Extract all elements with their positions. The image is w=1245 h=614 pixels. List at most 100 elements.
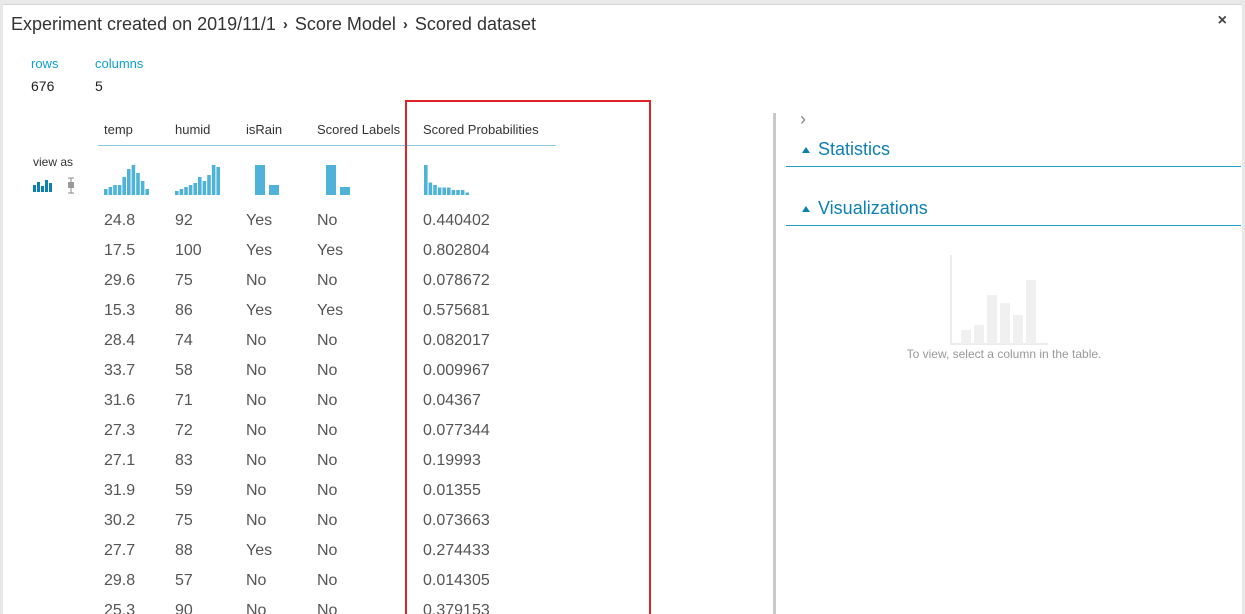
- cell-israin: Yes: [246, 212, 273, 229]
- histogram-bar: [131, 165, 136, 195]
- histogram-israin[interactable]: [255, 163, 285, 197]
- column-header-scored-labels[interactable]: Scored Labels: [317, 122, 400, 137]
- histogram-bar: [117, 185, 122, 195]
- histogram-bar: [113, 185, 117, 195]
- table-row[interactable]: 29.8 57 No No 0.014305: [98, 569, 556, 599]
- table-row[interactable]: 31.9 59 No No 0.01355: [98, 479, 556, 509]
- cell-scored-labels: No: [317, 482, 338, 499]
- cell-scored-probabilities: 0.009967: [423, 362, 490, 379]
- cell-scored-probabilities: 0.575681: [423, 302, 490, 319]
- column-header-israin[interactable]: isRain: [246, 122, 282, 137]
- histogram-bar: [122, 177, 126, 195]
- cell-scored-probabilities: 0.082017: [423, 332, 490, 349]
- histogram-scored-probabilities[interactable]: [424, 163, 470, 197]
- boxplot-view-icon[interactable]: [68, 177, 74, 194]
- table-row[interactable]: 33.7 58 No No 0.009967: [98, 359, 556, 389]
- histogram-bar: [179, 189, 184, 195]
- table-row[interactable]: 27.1 83 No No 0.19993: [98, 449, 556, 479]
- cell-scored-probabilities: 0.01355: [423, 482, 481, 499]
- cell-temp: 29.6: [104, 272, 136, 289]
- cell-humid: 59: [175, 482, 193, 499]
- cell-temp: 33.7: [104, 362, 136, 379]
- cell-scored-probabilities: 0.073663: [423, 512, 490, 529]
- table-row[interactable]: 31.6 71 No No 0.04367: [98, 389, 556, 419]
- histogram-scored-labels[interactable]: [326, 163, 356, 197]
- column-header-temp[interactable]: temp: [104, 122, 133, 137]
- histogram-bar: [207, 175, 211, 195]
- histogram-bar: [451, 190, 456, 195]
- visualizations-section-header[interactable]: Visualizations: [786, 195, 1241, 226]
- cell-israin: Yes: [246, 542, 273, 559]
- table-row[interactable]: 30.2 75 No No 0.073663: [98, 509, 556, 539]
- histogram-bar: [340, 187, 350, 195]
- cell-scored-probabilities: 0.19993: [423, 452, 481, 469]
- cell-israin: No: [246, 482, 267, 499]
- table-row[interactable]: 27.7 88 Yes No 0.274433: [98, 539, 556, 569]
- histogram-bar: [447, 187, 451, 195]
- rows-label: rows: [31, 56, 59, 71]
- histogram-bar: [216, 167, 220, 195]
- columns-value: 5: [95, 78, 103, 94]
- histogram-bar: [255, 165, 265, 195]
- breadcrumb-experiment[interactable]: Experiment created on 2019/11/1: [11, 14, 276, 34]
- cell-israin: No: [246, 512, 267, 529]
- table-row[interactable]: 29.6 75 No No 0.078672: [98, 269, 556, 299]
- cell-humid: 83: [175, 452, 193, 469]
- histogram-bar: [108, 187, 113, 195]
- cell-scored-labels: No: [317, 602, 338, 614]
- cell-scored-labels: No: [317, 512, 338, 529]
- histogram-temp[interactable]: [104, 163, 150, 197]
- close-icon[interactable]: ×: [1218, 12, 1227, 30]
- cell-temp: 24.8: [104, 212, 136, 229]
- columns-label: columns: [95, 56, 144, 71]
- cell-humid: 74: [175, 332, 193, 349]
- cell-scored-labels: Yes: [317, 242, 344, 259]
- columns-stat: columns 5: [95, 56, 143, 94]
- cell-temp: 31.6: [104, 392, 136, 409]
- table-row[interactable]: 15.3 86 Yes Yes 0.575681: [98, 299, 556, 329]
- cell-scored-labels: No: [317, 392, 338, 409]
- histogram-bar: [136, 173, 140, 195]
- collapse-triangle-icon: [802, 147, 810, 153]
- histogram-humid[interactable]: [175, 163, 221, 197]
- table-row[interactable]: 24.8 92 Yes No 0.440402: [98, 209, 556, 239]
- cell-israin: No: [246, 392, 267, 409]
- visualization-placeholder-text: To view, select a column in the table.: [906, 347, 1102, 361]
- histogram-bar: [428, 182, 433, 195]
- column-header-humid[interactable]: humid: [175, 122, 210, 137]
- cell-humid: 75: [175, 512, 193, 529]
- table-row[interactable]: 28.4 74 No No 0.082017: [98, 329, 556, 359]
- cell-humid: 100: [175, 242, 202, 259]
- cell-humid: 88: [175, 542, 193, 559]
- cell-israin: No: [246, 332, 267, 349]
- histogram-bar: [460, 190, 465, 195]
- cell-humid: 75: [175, 272, 193, 289]
- histogram-bar: [456, 190, 460, 195]
- cell-scored-labels: No: [317, 332, 338, 349]
- histogram-view-icon[interactable]: [33, 180, 52, 192]
- visualizations-title: Visualizations: [818, 198, 928, 218]
- cell-scored-probabilities: 0.078672: [423, 272, 490, 289]
- cell-scored-labels: No: [317, 422, 338, 439]
- table-row[interactable]: 27.3 72 No No 0.077344: [98, 419, 556, 449]
- histogram-bar: [465, 192, 469, 195]
- table-row[interactable]: 17.5 100 Yes Yes 0.802804: [98, 239, 556, 269]
- scored-dataset-dialog: Experiment created on 2019/11/1 › Score Mo…: [0, 0, 1245, 614]
- chevron-right-icon[interactable]: ›: [800, 109, 806, 130]
- breadcrumb: Experiment created on 2019/11/1 › Score Mo…: [11, 14, 536, 35]
- cell-scored-probabilities: 0.274433: [423, 542, 490, 559]
- table-header: temp humid isRain Scored Labels Scored P…: [98, 113, 556, 146]
- histogram-bar: [104, 189, 108, 195]
- statistics-section-header[interactable]: Statistics: [786, 136, 1241, 167]
- background-edge-left: [0, 4, 3, 614]
- column-header-scored-probabilities[interactable]: Scored Probabilities: [423, 122, 539, 137]
- histogram-bar: [269, 185, 279, 195]
- cell-temp: 27.3: [104, 422, 136, 439]
- breadcrumb-score-model[interactable]: Score Model: [295, 14, 396, 34]
- histogram-bar: [193, 183, 197, 195]
- histogram-bar: [211, 165, 216, 195]
- table-row[interactable]: 25.3 90 No No 0.379153: [98, 599, 556, 614]
- panel-splitter[interactable]: [773, 113, 776, 614]
- histogram-bar: [175, 191, 179, 195]
- breadcrumb-separator-icon: ›: [402, 16, 408, 33]
